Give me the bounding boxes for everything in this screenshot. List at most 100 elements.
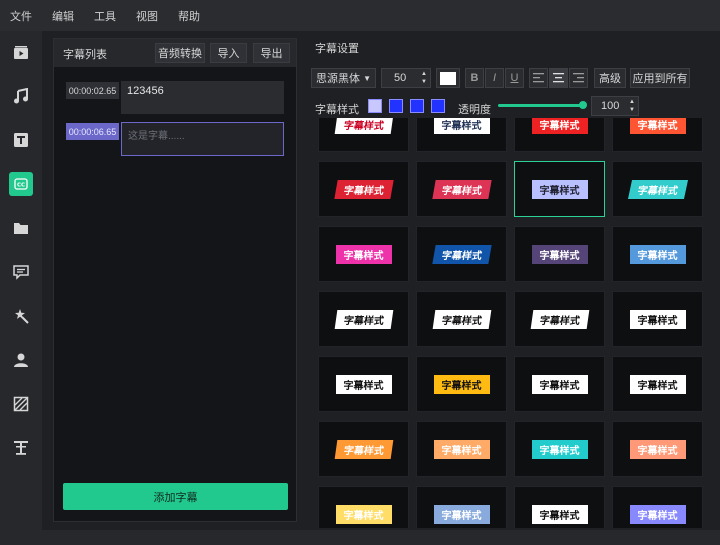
- entry-time-selected: 00:00:06.65: [66, 123, 119, 140]
- style-preset-sample: 字幕样式: [530, 309, 589, 329]
- font-select[interactable]: 思源黑体 ▼: [311, 68, 376, 88]
- style-preset[interactable]: 字幕样式: [514, 118, 605, 152]
- font-size-stepper[interactable]: 50 ▲ ▼: [381, 68, 431, 88]
- style-preset[interactable]: 字幕样式: [612, 161, 703, 217]
- style-preset-sample: 字幕样式: [431, 244, 492, 264]
- style-preset-sample: 字幕样式: [431, 179, 492, 199]
- menu-file[interactable]: 文件: [10, 8, 32, 24]
- style-preset[interactable]: 字幕样式: [318, 421, 409, 477]
- style-swatch-2[interactable]: [389, 99, 403, 113]
- align-left-icon: [533, 73, 544, 83]
- font-color-button[interactable]: [436, 68, 460, 88]
- style-preset-sample: 字幕样式: [531, 244, 588, 264]
- style-preset[interactable]: 字幕样式: [612, 291, 703, 347]
- svg-text:CC: CC: [17, 183, 25, 189]
- style-preset[interactable]: 字幕样式: [416, 421, 507, 477]
- sidebar-folder[interactable]: [9, 216, 33, 240]
- style-preset-sample: 字幕样式: [433, 118, 490, 134]
- style-swatch-3[interactable]: [410, 99, 424, 113]
- opacity-slider-track[interactable]: [498, 104, 584, 107]
- style-preset-sample: 字幕样式: [433, 504, 490, 524]
- menu-tools[interactable]: 工具: [94, 8, 116, 24]
- style-preset-sample: 字幕样式: [334, 309, 393, 329]
- style-preset[interactable]: 字幕样式: [514, 161, 605, 217]
- font-color-swatch: [440, 71, 456, 85]
- style-preset-sample: 字幕样式: [531, 504, 588, 524]
- sidebar-effects[interactable]: [9, 304, 33, 328]
- sidebar-pattern[interactable]: [9, 392, 33, 416]
- style-preset[interactable]: 字幕样式: [416, 291, 507, 347]
- folder-icon: [14, 223, 28, 234]
- style-preset[interactable]: 字幕样式: [416, 118, 507, 152]
- style-preset[interactable]: 字幕样式: [514, 421, 605, 477]
- sidebar-chat[interactable]: [9, 260, 33, 284]
- magic-wand-icon: [15, 309, 29, 324]
- subtitle-list-panel: 字幕列表 音频转换 导入 导出 00:00:02.65 123456 00:00…: [53, 38, 297, 522]
- style-preset[interactable]: 字幕样式: [318, 226, 409, 282]
- style-preset[interactable]: 字幕样式: [416, 356, 507, 412]
- opacity-stepper[interactable]: 100 ▲ ▼: [591, 96, 639, 116]
- text-icon: [14, 133, 28, 147]
- style-preset[interactable]: 字幕样式: [514, 291, 605, 347]
- style-preset-sample: 字幕样式: [433, 439, 490, 459]
- style-preset-sample: 字幕样式: [335, 504, 392, 524]
- subtitle-input[interactable]: 这是字幕......: [121, 122, 284, 156]
- style-preset[interactable]: 字幕样式: [416, 161, 507, 217]
- align-center-button[interactable]: [549, 68, 568, 88]
- sidebar-music[interactable]: [9, 84, 33, 108]
- sidebar-media[interactable]: [9, 41, 33, 65]
- style-preset[interactable]: 字幕样式: [612, 226, 703, 282]
- audio-convert-button[interactable]: 音频转换: [155, 43, 205, 63]
- style-preset[interactable]: 字幕样式: [612, 421, 703, 477]
- align-left-button[interactable]: [529, 68, 548, 88]
- entry-time: 00:00:02.65: [66, 82, 119, 99]
- style-preset[interactable]: 字幕样式: [416, 226, 507, 282]
- style-preset[interactable]: 字幕样式: [318, 356, 409, 412]
- advanced-button[interactable]: 高级: [594, 68, 626, 88]
- style-preset-sample: 字幕样式: [333, 179, 394, 199]
- style-preset-sample: 字幕样式: [334, 118, 393, 134]
- style-preset[interactable]: 字幕样式: [318, 118, 409, 152]
- style-label: 字幕样式: [315, 104, 359, 116]
- sidebar-text-format[interactable]: [9, 436, 33, 460]
- import-button[interactable]: 导入: [210, 43, 247, 63]
- style-preset[interactable]: 字幕样式: [318, 486, 409, 528]
- sidebar-text[interactable]: [9, 128, 33, 152]
- style-preset-sample: 字幕样式: [433, 374, 490, 394]
- menu-view[interactable]: 视图: [136, 8, 158, 24]
- style-preset[interactable]: 字幕样式: [612, 118, 703, 152]
- style-preset[interactable]: 字幕样式: [514, 356, 605, 412]
- align-right-button[interactable]: [569, 68, 588, 88]
- italic-button[interactable]: I: [485, 68, 504, 88]
- style-preset[interactable]: 字幕样式: [514, 486, 605, 528]
- style-preset-sample: 字幕样式: [627, 179, 688, 199]
- underline-button[interactable]: U: [505, 68, 524, 88]
- style-preset-sample: 字幕样式: [629, 118, 686, 134]
- style-preset[interactable]: 字幕样式: [318, 291, 409, 347]
- style-preset[interactable]: 字幕样式: [318, 161, 409, 217]
- add-subtitle-button[interactable]: 添加字幕: [63, 483, 288, 510]
- chat-icon: [13, 265, 29, 280]
- style-swatch-1[interactable]: [368, 99, 382, 113]
- sidebar-person[interactable]: [9, 348, 33, 372]
- menu-help[interactable]: 帮助: [178, 8, 200, 24]
- style-swatch-4[interactable]: [431, 99, 445, 113]
- style-preset-sample: 字幕样式: [629, 309, 686, 329]
- entry-text[interactable]: 123456: [121, 81, 284, 114]
- style-preset[interactable]: 字幕样式: [612, 356, 703, 412]
- bold-button[interactable]: B: [465, 68, 484, 88]
- menu-edit[interactable]: 编辑: [52, 8, 74, 24]
- style-preset-sample: 字幕样式: [531, 179, 588, 199]
- apply-all-button[interactable]: 应用到所有: [630, 68, 690, 88]
- opacity-slider-handle[interactable]: [579, 101, 587, 109]
- sidebar-subtitle[interactable]: CC: [9, 172, 33, 196]
- style-preset[interactable]: 字幕样式: [514, 226, 605, 282]
- media-icon: [14, 46, 28, 59]
- align-center-icon: [553, 73, 564, 83]
- music-icon: [14, 88, 28, 104]
- style-preset[interactable]: 字幕样式: [612, 486, 703, 528]
- style-preset[interactable]: 字幕样式: [416, 486, 507, 528]
- font-name: 思源黑体: [316, 73, 360, 85]
- chevron-down-icon: ▼: [363, 73, 371, 83]
- export-button[interactable]: 导出: [253, 43, 290, 63]
